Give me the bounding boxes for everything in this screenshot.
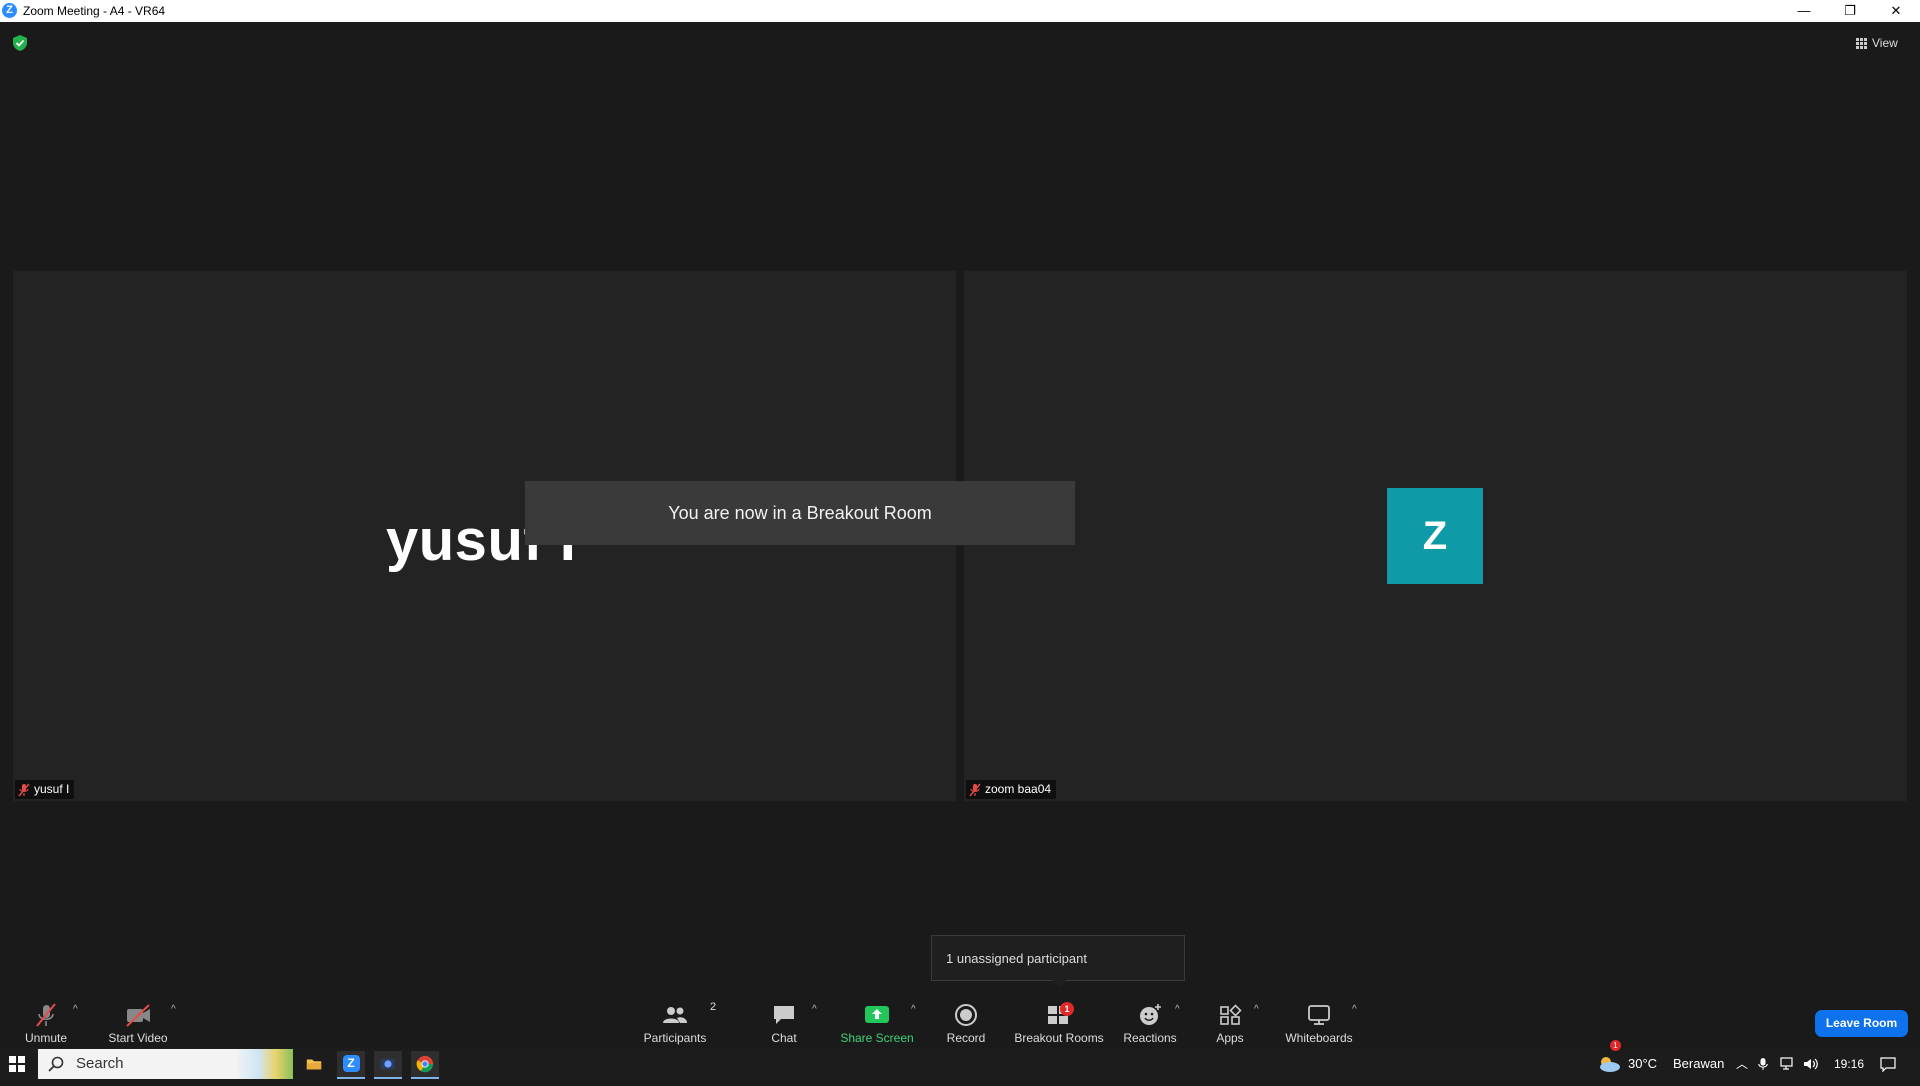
close-button[interactable]: ✕ [1873,0,1919,22]
unmute-button[interactable]: Unmute [22,996,70,1048]
audio-options-caret[interactable]: ^ [73,1004,78,1015]
restore-button[interactable]: ❐ [1827,0,1873,22]
leave-room-button[interactable]: Leave Room [1815,1010,1908,1037]
search-icon [48,1056,64,1072]
view-label: View [1872,36,1898,50]
weather-temperature[interactable]: 30°C [1628,1048,1657,1080]
camera-app-icon[interactable] [374,1051,402,1079]
window-title: Zoom Meeting - A4 - VR64 [23,4,166,18]
unmute-label: Unmute [24,1031,68,1045]
apps-icon [1220,1004,1242,1025]
start-video-label: Start Video [108,1031,168,1045]
search-highlight-illustration [235,1049,293,1079]
whiteboards-options-caret[interactable]: ^ [1352,1004,1357,1015]
weather-icon[interactable]: 1 [1596,1040,1624,1080]
participant-name-tag: zoom baa04 [966,780,1057,799]
zoom-taskbar-icon[interactable]: Z [337,1051,365,1079]
record-icon [955,1004,977,1026]
name-tag-label: zoom baa04 [985,782,1052,796]
share-screen-icon [865,1006,889,1023]
video-tile-zoom-baa04[interactable]: Z zoom baa04 [964,271,1907,801]
apps-button[interactable]: Apps [1214,996,1246,1048]
breakout-notification-badge: 1 [1060,1002,1074,1016]
weather-badge: 1 [1610,1040,1621,1051]
participants-label: Participants [643,1031,707,1045]
mic-off-icon [36,1003,56,1027]
view-button[interactable]: View [1856,34,1898,52]
whiteboards-label: Whiteboards [1285,1031,1353,1045]
windows-taskbar: Search Z 1 30°C Berawan ︿ 19:16 [0,1040,1920,1080]
reactions-button[interactable]: Reactions [1122,996,1178,1048]
start-video-button[interactable]: Start Video [106,996,170,1048]
weather-condition[interactable]: Berawan [1673,1048,1724,1080]
name-tag-label: yusuf I [34,782,70,796]
microphone-icon[interactable] [1758,1048,1768,1080]
taskbar-search-box[interactable]: Search [38,1049,293,1079]
breakout-rooms-button[interactable]: 1 Breakout Rooms [1014,996,1104,1048]
minimize-button[interactable]: — [1781,0,1827,22]
network-icon[interactable] [1780,1048,1796,1080]
chevron-up-icon[interactable]: ︿ [1736,1048,1748,1080]
breakout-room-notice: You are now in a Breakout Room [525,481,1075,545]
chat-label: Chat [771,1031,797,1045]
share-screen-label: Share Screen [840,1031,914,1045]
chat-button[interactable]: Chat [768,996,800,1048]
notifications-icon[interactable] [1880,1048,1896,1080]
share-screen-button[interactable]: Share Screen [840,996,914,1048]
grid-icon [1856,37,1867,49]
record-label: Record [946,1031,986,1045]
mic-muted-icon [969,783,981,796]
reactions-label: Reactions [1123,1031,1177,1045]
share-options-caret[interactable]: ^ [911,1004,916,1015]
chat-options-caret[interactable]: ^ [812,1004,817,1015]
unassigned-participant-tooltip: 1 unassigned participant [931,935,1185,987]
video-options-caret[interactable]: ^ [171,1004,176,1015]
participant-name-tag: yusuf I [15,780,75,799]
tooltip-arrow [1052,980,1066,987]
title-bar: Z Zoom Meeting - A4 - VR64 — ❐ ✕ [0,0,1920,22]
meeting-toolbar: Unmute ^ Start Video ^ 2 Participants Ch… [0,996,1920,1048]
avatar: Z [1387,488,1483,584]
breakout-rooms-label: Breakout Rooms [1014,1031,1104,1045]
record-button[interactable]: Record [946,996,986,1048]
windows-start-icon[interactable] [9,1056,25,1072]
reactions-options-caret[interactable]: ^ [1175,1004,1180,1015]
encryption-shield-icon[interactable] [13,35,27,51]
zoom-app-icon: Z [2,3,17,18]
reactions-icon [1140,1004,1161,1025]
participants-count: 2 [710,1001,717,1013]
participants-icon [663,1007,687,1023]
chat-icon [774,1006,794,1024]
whiteboard-icon [1308,1005,1330,1025]
apps-label: Apps [1216,1031,1244,1045]
whiteboards-button[interactable]: Whiteboards [1284,996,1354,1048]
search-placeholder: Search [76,1055,124,1072]
volume-icon[interactable] [1803,1048,1819,1080]
file-explorer-icon[interactable] [300,1051,328,1077]
video-off-icon [126,1004,150,1027]
participants-button[interactable]: 2 Participants [640,996,716,1048]
clock-time[interactable]: 19:16 [1834,1048,1864,1080]
apps-options-caret[interactable]: ^ [1254,1004,1259,1015]
tooltip-text: 1 unassigned participant [946,951,1087,966]
mic-muted-icon [18,783,30,796]
chrome-icon[interactable] [411,1051,439,1079]
